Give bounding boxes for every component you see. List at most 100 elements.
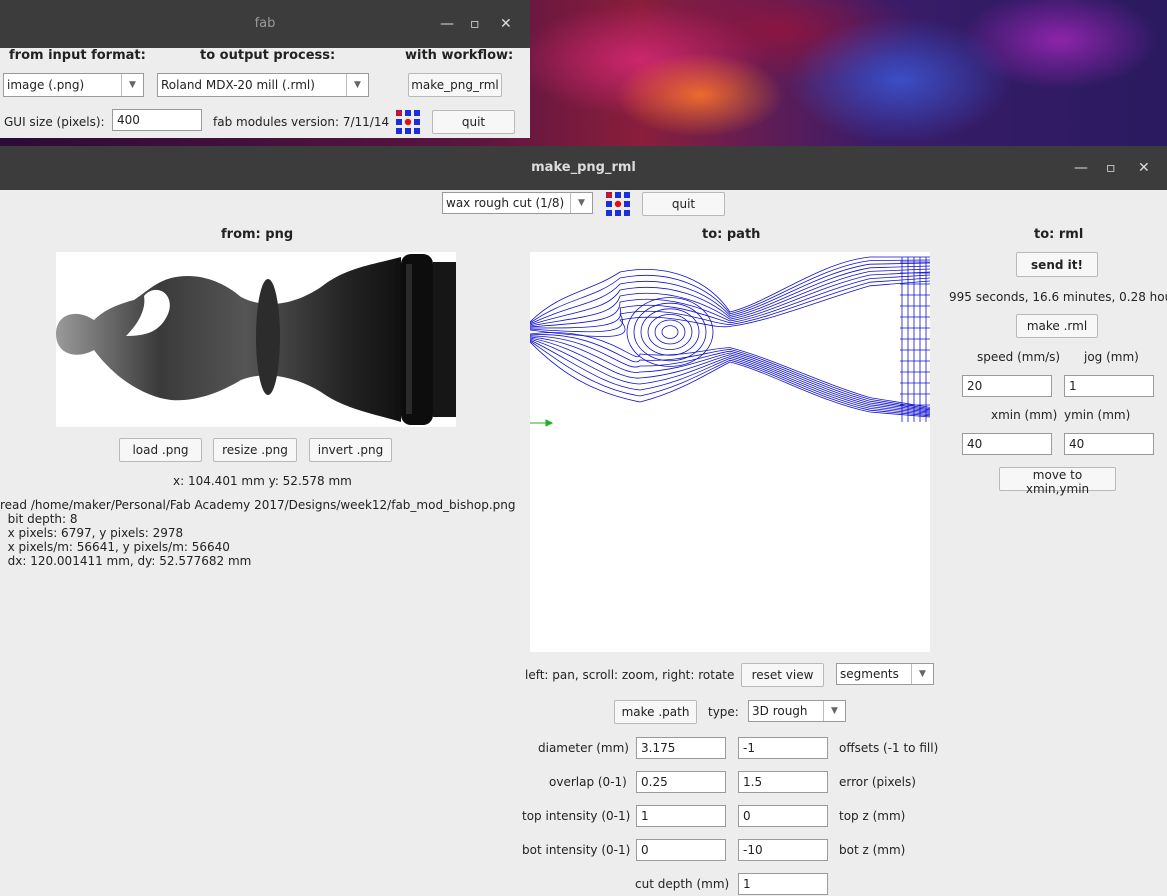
- overlap-label: overlap (0-1): [549, 775, 627, 789]
- bishop-image: [56, 254, 456, 425]
- with-workflow-label: with workflow:: [405, 48, 514, 63]
- load-png-button[interactable]: load .png: [119, 438, 202, 462]
- fab-window: from input format: to output process: wi…: [0, 48, 530, 138]
- chevron-down-icon: ▼: [823, 701, 845, 721]
- maximize-icon[interactable]: ▫: [470, 0, 480, 48]
- toolpath-lower: [529, 332, 931, 408]
- toolpath-upper: [529, 262, 931, 325]
- toolpath-upper: [529, 259, 931, 324]
- toolpath-lower: [529, 336, 931, 412]
- to-output-process-label: to output process:: [200, 48, 336, 63]
- origin-arrow-icon: [530, 419, 554, 427]
- invert-png-button[interactable]: invert .png: [309, 438, 392, 462]
- toolpath-lower: [529, 338, 931, 414]
- bot-intensity-label: bot intensity (0-1): [522, 843, 631, 857]
- bot-z-input[interactable]: [738, 839, 828, 861]
- toolpath-loop: [654, 319, 686, 345]
- xmin-input[interactable]: [962, 433, 1052, 455]
- ymin-label: ymin (mm): [1064, 408, 1131, 422]
- bot-z-label: bot z (mm): [839, 843, 906, 857]
- overlap-input[interactable]: [636, 771, 726, 793]
- toolpath-upper: [529, 256, 930, 323]
- gui-size-label: GUI size (pixels):: [4, 115, 105, 129]
- path-view-canvas[interactable]: [529, 252, 931, 652]
- offsets-label: offsets (-1 to fill): [839, 741, 939, 755]
- fab-window-title: fab: [254, 16, 276, 31]
- offsets-input[interactable]: [738, 737, 828, 759]
- view-mode-value: segments: [840, 667, 899, 681]
- path-panel-header: to: path: [702, 227, 761, 242]
- minimize-icon[interactable]: —: [440, 0, 454, 48]
- error-label: error (pixels): [839, 775, 916, 789]
- top-z-label: top z (mm): [839, 809, 906, 823]
- speed-input[interactable]: [962, 375, 1052, 397]
- time-estimate: 995 seconds, 16.6 minutes, 0.28 hours: [949, 290, 1167, 304]
- toolpath-loop: [633, 302, 707, 362]
- cursor-coords: x: 104.401 mm y: 52.578 mm: [173, 474, 352, 488]
- type-label: type:: [708, 705, 739, 719]
- chevron-down-icon: ▼: [346, 74, 368, 96]
- ymin-input[interactable]: [1064, 433, 1154, 455]
- jog-label: jog (mm): [1084, 350, 1139, 364]
- maximize-icon[interactable]: ▫: [1106, 146, 1116, 190]
- view-mode-select[interactable]: segments ▼: [836, 663, 934, 685]
- output-process-value: Roland MDX-20 mill (.rml): [161, 78, 315, 92]
- input-format-value: image (.png): [7, 78, 85, 92]
- view-hint: left: pan, scroll: zoom, right: rotate: [525, 668, 735, 682]
- cut-depth-input[interactable]: [738, 873, 828, 895]
- speed-label: speed (mm/s): [977, 350, 1061, 364]
- output-process-select[interactable]: Roland MDX-20 mill (.rml) ▼: [157, 73, 369, 97]
- png-info-line: dx: 120.001411 mm, dy: 52.577682 mm: [0, 554, 252, 568]
- version-text: fab modules version: 7/11/14: [213, 115, 390, 129]
- send-it-button[interactable]: send it!: [1016, 252, 1098, 277]
- toolpath-loop: [661, 325, 679, 339]
- path-type-select[interactable]: 3D rough ▼: [748, 700, 846, 722]
- diameter-label: diameter (mm): [538, 741, 629, 755]
- process-select-value: wax rough cut (1/8): [446, 196, 565, 210]
- fab-window-titlebar[interactable]: fab — ▫ ✕: [0, 0, 530, 48]
- from-input-format-label: from input format:: [9, 48, 146, 63]
- xmin-label: xmin (mm): [991, 408, 1058, 422]
- toolpath-view: [529, 256, 931, 427]
- top-intensity-input[interactable]: [636, 805, 726, 827]
- main-quit-button[interactable]: quit: [642, 192, 725, 216]
- chevron-down-icon: ▼: [911, 664, 933, 684]
- png-info-line: x pixels: 6797, y pixels: 2978: [0, 526, 184, 540]
- top-z-input[interactable]: [738, 805, 828, 827]
- main-window: wax rough cut (1/8) ▼ quit from: png loa…: [0, 190, 1167, 896]
- close-icon[interactable]: ✕: [1138, 146, 1150, 190]
- rml-panel-header: to: rml: [1034, 227, 1084, 242]
- bot-intensity-input[interactable]: [636, 839, 726, 861]
- cut-depth-label: cut depth (mm): [635, 877, 730, 891]
- toolpath-loop: [626, 297, 714, 367]
- reset-view-button[interactable]: reset view: [741, 663, 824, 687]
- move-to-xmin-ymin-button[interactable]: move to xmin,ymin: [999, 467, 1116, 496]
- top-intensity-label: top intensity (0-1): [522, 809, 631, 823]
- minimize-icon[interactable]: —: [1074, 146, 1088, 190]
- workflow-button[interactable]: make_png_rml: [408, 73, 502, 97]
- chevron-down-icon: ▼: [570, 193, 592, 213]
- jog-input[interactable]: [1064, 375, 1154, 397]
- make-rml-button[interactable]: make .rml: [1016, 314, 1098, 338]
- close-icon[interactable]: ✕: [500, 0, 512, 48]
- chevron-down-icon: ▼: [121, 74, 143, 96]
- fab-quit-button[interactable]: quit: [432, 110, 515, 134]
- resize-png-button[interactable]: resize .png: [213, 438, 297, 462]
- fab-logo-icon: [396, 110, 420, 134]
- png-info-line: bit depth: 8: [0, 512, 78, 526]
- input-format-select[interactable]: image (.png) ▼: [3, 73, 144, 97]
- png-info-line: x pixels/m: 56641, y pixels/m: 56640: [0, 540, 230, 554]
- process-select[interactable]: wax rough cut (1/8) ▼: [442, 192, 593, 214]
- make-path-button[interactable]: make .path: [614, 700, 697, 724]
- main-window-titlebar[interactable]: make_png_rml — ▫ ✕: [0, 146, 1167, 190]
- error-input[interactable]: [738, 771, 828, 793]
- png-info-line: read /home/maker/Personal/Fab Academy 20…: [0, 498, 516, 512]
- toolpath-loop: [640, 308, 700, 356]
- path-type-value: 3D rough: [752, 704, 808, 718]
- fab-logo-icon: [606, 192, 630, 216]
- png-panel-header: from: png: [221, 227, 294, 242]
- gui-size-input[interactable]: [112, 109, 202, 131]
- main-window-title: make_png_rml: [531, 160, 636, 175]
- diameter-input[interactable]: [636, 737, 726, 759]
- png-preview-canvas[interactable]: [56, 252, 456, 427]
